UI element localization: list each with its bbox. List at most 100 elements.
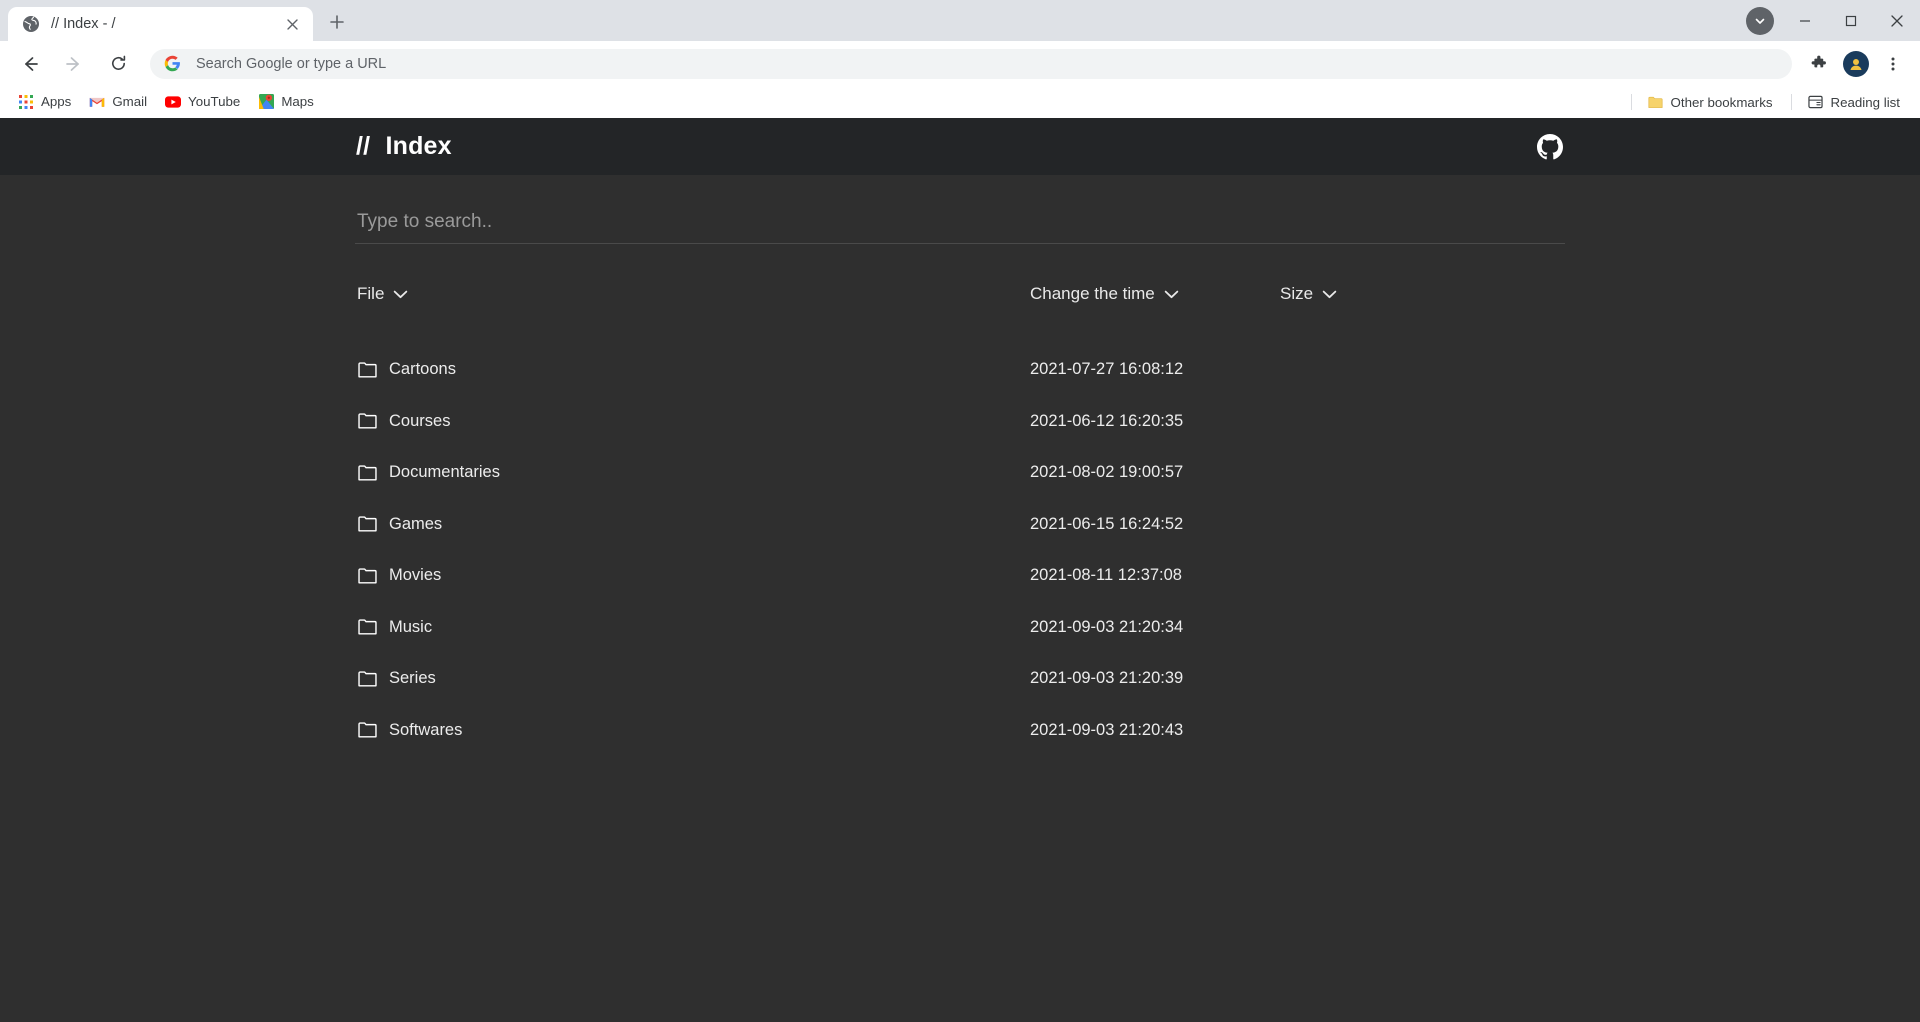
minimize-button[interactable] bbox=[1782, 0, 1828, 41]
file-rows: Cartoons 2021-07-27 16:08:12 Courses 202… bbox=[355, 344, 1565, 756]
maximize-button[interactable] bbox=[1828, 0, 1874, 41]
bookmark-maps[interactable]: Maps bbox=[250, 89, 322, 115]
folder-icon bbox=[1648, 94, 1664, 110]
search-field-wrapper bbox=[355, 205, 1565, 244]
file-name: Games bbox=[389, 514, 443, 533]
file-cell[interactable]: Softwares bbox=[355, 720, 1030, 740]
file-name: Documentaries bbox=[389, 463, 500, 482]
chevron-down-icon bbox=[1164, 290, 1179, 299]
file-cell[interactable]: Games bbox=[355, 514, 1030, 534]
bookmark-gmail[interactable]: Gmail bbox=[81, 89, 155, 115]
bookmark-label: Apps bbox=[41, 94, 72, 109]
column-header-file[interactable]: File bbox=[355, 284, 1030, 304]
back-arrow-icon[interactable] bbox=[13, 47, 47, 81]
forward-arrow-icon[interactable] bbox=[57, 47, 91, 81]
file-name: Movies bbox=[389, 566, 442, 585]
file-cell[interactable]: Courses bbox=[355, 411, 1030, 431]
table-row[interactable]: Movies 2021-08-11 12:37:08 bbox=[355, 550, 1565, 602]
divider bbox=[1790, 94, 1792, 110]
change-time-cell: 2021-06-15 16:24:52 bbox=[1030, 515, 1280, 534]
table-row[interactable]: Courses 2021-06-12 16:20:35 bbox=[355, 396, 1565, 448]
folder-icon bbox=[357, 411, 377, 431]
file-cell[interactable]: Movies bbox=[355, 566, 1030, 586]
bookmark-apps[interactable]: Apps bbox=[10, 89, 79, 115]
browser-tab[interactable]: // Index - / bbox=[8, 7, 313, 41]
file-name: Courses bbox=[389, 411, 451, 430]
change-time-value: 2021-07-27 16:08:12 bbox=[1030, 360, 1184, 379]
table-row[interactable]: Cartoons 2021-07-27 16:08:12 bbox=[355, 344, 1565, 396]
divider bbox=[1630, 94, 1632, 110]
chevron-down-icon bbox=[393, 290, 408, 299]
brand-prefix: // bbox=[356, 132, 371, 160]
bookmark-label: YouTube bbox=[188, 94, 241, 109]
reading-list-button[interactable]: Reading list bbox=[1800, 89, 1908, 115]
chevron-down-icon bbox=[1322, 290, 1337, 299]
table-row[interactable]: Documentaries 2021-08-02 19:00:57 bbox=[355, 447, 1565, 499]
folder-icon bbox=[357, 514, 377, 534]
table-row[interactable]: Softwares 2021-09-03 21:20:43 bbox=[355, 705, 1565, 757]
folder-icon bbox=[357, 463, 377, 483]
bookmark-label: Gmail bbox=[112, 94, 148, 109]
apps-grid-icon bbox=[18, 94, 34, 110]
file-name: Music bbox=[389, 617, 433, 636]
omnibox[interactable]: Search Google or type a URL bbox=[150, 48, 1792, 79]
change-time-value: 2021-06-12 16:20:35 bbox=[1030, 411, 1184, 430]
folder-icon bbox=[357, 360, 377, 380]
tab-strip: // Index - / bbox=[0, 0, 1920, 41]
change-time-value: 2021-09-03 21:20:43 bbox=[1030, 720, 1184, 739]
file-cell[interactable]: Cartoons bbox=[355, 360, 1030, 380]
column-header-size[interactable]: Size bbox=[1280, 284, 1400, 304]
close-icon[interactable] bbox=[281, 13, 303, 35]
file-name: Series bbox=[389, 669, 436, 688]
chevron-circle-icon[interactable] bbox=[1746, 6, 1774, 35]
change-time-cell: 2021-09-03 21:20:34 bbox=[1030, 618, 1280, 637]
bookmark-label: Maps bbox=[281, 94, 314, 109]
page-viewport: // Index File bbox=[0, 118, 1920, 1022]
tab-title: // Index - / bbox=[51, 16, 116, 32]
table-row[interactable]: Music 2021-09-03 21:20:34 bbox=[355, 602, 1565, 654]
change-time-cell: 2021-08-02 19:00:57 bbox=[1030, 463, 1280, 482]
other-bookmarks-button[interactable]: Other bookmarks bbox=[1640, 89, 1781, 115]
three-dot-menu-icon[interactable] bbox=[1877, 48, 1909, 80]
bookmarks-bar-right: Other bookmarks Reading list bbox=[1623, 86, 1910, 118]
bookmark-youtube[interactable]: YouTube bbox=[157, 89, 248, 115]
column-label: File bbox=[357, 284, 385, 303]
omnibox-placeholder: Search Google or type a URL bbox=[196, 55, 387, 72]
puzzle-piece-icon[interactable] bbox=[1803, 48, 1835, 80]
window-controls bbox=[1746, 0, 1920, 41]
table-row[interactable]: Games 2021-06-15 16:24:52 bbox=[355, 499, 1565, 551]
file-cell[interactable]: Music bbox=[355, 617, 1030, 637]
youtube-icon bbox=[165, 94, 182, 110]
change-time-value: 2021-09-03 21:20:34 bbox=[1030, 617, 1184, 636]
brand-name: Index bbox=[385, 132, 452, 160]
file-cell[interactable]: Series bbox=[355, 669, 1030, 689]
search-input[interactable] bbox=[357, 211, 1563, 233]
change-time-value: 2021-08-02 19:00:57 bbox=[1030, 463, 1184, 482]
reload-icon[interactable] bbox=[101, 47, 135, 81]
change-time-cell: 2021-06-12 16:20:35 bbox=[1030, 412, 1280, 431]
reading-list-icon bbox=[1808, 94, 1824, 110]
change-time-value: 2021-08-11 12:37:08 bbox=[1030, 566, 1182, 585]
bookmarks-bar: Apps Gmail YouTube Maps Other bookmarks … bbox=[0, 86, 1920, 118]
folder-icon bbox=[357, 566, 377, 586]
table-row[interactable]: Series 2021-09-03 21:20:39 bbox=[355, 653, 1565, 705]
change-time-cell: 2021-09-03 21:20:39 bbox=[1030, 669, 1280, 688]
gmail-icon bbox=[89, 94, 105, 110]
table-header-row: File Change the time Size bbox=[355, 272, 1565, 316]
maps-icon bbox=[258, 94, 274, 110]
globe-icon bbox=[22, 15, 40, 33]
reading-list-label: Reading list bbox=[1830, 94, 1900, 110]
new-tab-button[interactable] bbox=[320, 5, 354, 39]
google-g-icon bbox=[164, 55, 182, 73]
change-time-cell: 2021-08-11 12:37:08 bbox=[1030, 566, 1280, 585]
column-label: Change the time bbox=[1030, 284, 1155, 303]
change-time-cell: 2021-09-03 21:20:43 bbox=[1030, 721, 1280, 740]
column-header-change-time[interactable]: Change the time bbox=[1030, 284, 1280, 304]
close-window-button[interactable] bbox=[1874, 0, 1920, 41]
page-content: File Change the time Size bbox=[355, 175, 1565, 756]
site-header: // Index bbox=[0, 118, 1920, 175]
page-title: // Index bbox=[356, 132, 452, 161]
file-cell[interactable]: Documentaries bbox=[355, 463, 1030, 483]
profile-avatar-icon[interactable] bbox=[1843, 50, 1869, 77]
github-icon[interactable] bbox=[1535, 132, 1565, 162]
